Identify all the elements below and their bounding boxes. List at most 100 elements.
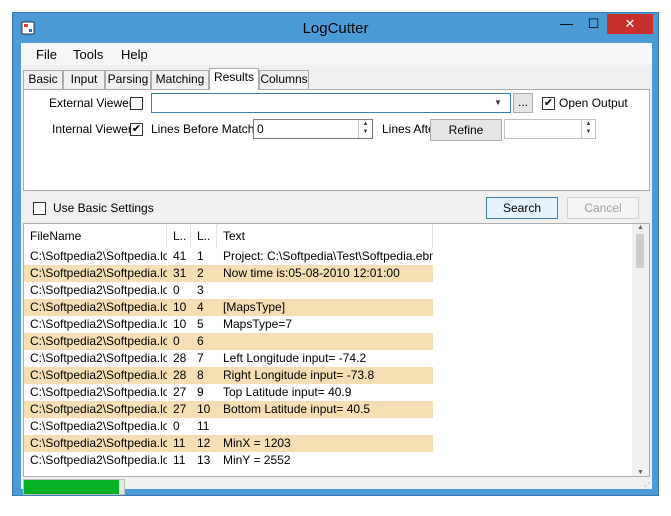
cell-length: 27 bbox=[173, 385, 187, 399]
table-row[interactable]: C:\Softpedia2\Softpedia.log 11 13 MinY = 25… bbox=[24, 452, 634, 469]
minimize-button[interactable]: — bbox=[553, 14, 580, 34]
table-row[interactable]: C:\Softpedia2\Softpedia.log 28 8 Right Long… bbox=[24, 367, 634, 384]
maximize-button[interactable]: ☐ bbox=[580, 14, 607, 34]
lines-before-input[interactable]: 0 ▲ ▼ bbox=[253, 119, 373, 139]
external-viewer-checkbox[interactable] bbox=[130, 97, 143, 110]
cell-text bbox=[217, 418, 433, 435]
cell-line: 5 bbox=[197, 317, 204, 331]
tab-matching[interactable]: Matching bbox=[151, 70, 209, 89]
scroll-thumb[interactable] bbox=[636, 234, 644, 268]
cell-line: 13 bbox=[197, 453, 211, 467]
cell-text bbox=[217, 282, 433, 299]
grid-header: FileName L.. L.. Text bbox=[24, 224, 649, 248]
table-row[interactable]: C:\Softpedia2\Softpedia.log 28 7 Left Longi… bbox=[24, 350, 634, 367]
cell-length: 0 bbox=[173, 283, 180, 297]
cell-length: 10 bbox=[167, 299, 191, 316]
cell-filename: C:\Softpedia2\Softpedia.log bbox=[30, 351, 167, 365]
table-row[interactable]: C:\Softpedia2\Softpedia.log 11 12 MinX = 12… bbox=[24, 435, 634, 452]
cell-filename: C:\Softpedia2\Softpedia.log bbox=[24, 333, 167, 350]
lines-after-label: Lines Afte bbox=[382, 122, 435, 136]
menu-file[interactable]: File bbox=[36, 47, 57, 62]
tab-strip: Basic Input Parsing Matching Results Col… bbox=[21, 68, 652, 90]
cancel-button[interactable]: Cancel bbox=[567, 197, 639, 219]
column-header-length[interactable]: L.. bbox=[167, 224, 191, 248]
menu-bar: File Tools Help bbox=[21, 43, 652, 65]
cell-line: 7 bbox=[197, 351, 204, 365]
menu-help[interactable]: Help bbox=[121, 47, 148, 62]
cell-line: 4 bbox=[191, 299, 217, 316]
tab-input[interactable]: Input bbox=[63, 70, 105, 89]
checkmark-icon: ✔ bbox=[131, 123, 142, 135]
table-row[interactable]: C:\Softpedia2\Softpedia.log 27 9 Top Latitu… bbox=[24, 384, 634, 401]
cell-filename: C:\Softpedia2\Softpedia.log bbox=[30, 317, 167, 331]
cell-length: 41 bbox=[173, 249, 187, 263]
internal-viewer-checkbox[interactable]: ✔ bbox=[130, 123, 143, 136]
title-bar[interactable]: LogCutter — ☐ ✕ bbox=[13, 13, 658, 43]
external-viewer-label: External Viewer bbox=[49, 96, 133, 110]
cell-line: 8 bbox=[191, 367, 217, 384]
cell-text bbox=[217, 333, 433, 350]
table-row[interactable]: C:\Softpedia2\Softpedia.log 41 1 Project: C… bbox=[24, 248, 634, 265]
table-row[interactable]: C:\Softpedia2\Softpedia.log 0 3 bbox=[24, 282, 634, 299]
lines-before-value: 0 bbox=[257, 122, 264, 136]
use-basic-settings-checkbox[interactable] bbox=[33, 202, 46, 215]
progress-fill bbox=[24, 480, 119, 494]
table-row[interactable]: C:\Softpedia2\Softpedia.log 0 11 bbox=[24, 418, 634, 435]
scroll-up-icon[interactable]: ▲ bbox=[632, 224, 649, 231]
cell-length: 31 bbox=[167, 265, 191, 282]
cell-line: 10 bbox=[191, 401, 217, 418]
browse-button[interactable]: ... bbox=[513, 93, 533, 113]
table-row[interactable]: C:\Softpedia2\Softpedia.log 10 4 [MapsType] bbox=[24, 299, 634, 316]
column-header-text[interactable]: Text bbox=[217, 224, 433, 248]
cell-length: 11 bbox=[173, 453, 186, 467]
chevron-down-icon[interactable]: ▼ bbox=[494, 98, 502, 107]
cell-text: Project: C:\Softpedia\Test\Softpedia.ebm… bbox=[223, 249, 433, 263]
table-row[interactable]: C:\Softpedia2\Softpedia.log 31 2 Now time i… bbox=[24, 265, 634, 282]
table-row[interactable]: C:\Softpedia2\Softpedia.log 0 6 bbox=[24, 333, 634, 350]
column-header-line[interactable]: L.. bbox=[191, 224, 217, 248]
cell-text: Bottom Latitude input= 40.5 bbox=[217, 401, 433, 418]
open-output-checkbox[interactable]: ✔ bbox=[542, 97, 555, 110]
cell-filename: C:\Softpedia2\Softpedia.log bbox=[30, 249, 167, 263]
vertical-scrollbar[interactable]: ▲ ▼ bbox=[632, 224, 649, 476]
lines-after-input[interactable]: ▲ ▼ bbox=[504, 119, 596, 139]
cell-filename: C:\Softpedia2\Softpedia.log bbox=[24, 299, 167, 316]
table-row[interactable]: C:\Softpedia2\Softpedia.log 10 5 MapsType=7 bbox=[24, 316, 634, 333]
column-header-filename[interactable]: FileName bbox=[24, 224, 167, 248]
search-button[interactable]: Search bbox=[486, 197, 558, 219]
tab-results[interactable]: Results bbox=[209, 68, 259, 90]
resize-grip-icon[interactable]: ⋰ bbox=[641, 481, 650, 492]
tab-columns[interactable]: Columns bbox=[259, 70, 309, 89]
external-viewer-input[interactable] bbox=[151, 93, 511, 113]
scroll-down-icon[interactable]: ▼ bbox=[632, 469, 649, 476]
cell-text: Top Latitude input= 40.9 bbox=[223, 385, 352, 399]
cell-text: MinY = 2552 bbox=[223, 453, 291, 467]
refine-button[interactable]: Refine bbox=[430, 119, 502, 141]
cell-text: MapsType=7 bbox=[223, 317, 293, 331]
cell-line: 12 bbox=[191, 435, 217, 452]
app-window: LogCutter — ☐ ✕ File Tools Help Basic In… bbox=[12, 12, 659, 496]
cell-text: [MapsType] bbox=[217, 299, 433, 316]
open-output-label: Open Output bbox=[559, 96, 628, 110]
menu-tools[interactable]: Tools bbox=[73, 47, 103, 62]
client-area: File Tools Help Basic Input Parsing Matc… bbox=[21, 43, 652, 495]
cell-filename: C:\Softpedia2\Softpedia.log bbox=[24, 401, 167, 418]
cell-filename: C:\Softpedia2\Softpedia.log bbox=[30, 419, 167, 433]
progress-bar bbox=[23, 479, 125, 495]
cell-length: 27 bbox=[167, 401, 191, 418]
close-button[interactable]: ✕ bbox=[607, 14, 653, 34]
cell-line: 11 bbox=[197, 419, 210, 433]
tab-parsing[interactable]: Parsing bbox=[105, 70, 151, 89]
table-row[interactable]: C:\Softpedia2\Softpedia.log 27 10 Bottom La… bbox=[24, 401, 634, 418]
cell-text: Right Longitude input= -73.8 bbox=[217, 367, 433, 384]
cell-text: Now time is:05-08-2010 12:01:00 bbox=[217, 265, 433, 282]
results-grid[interactable]: FileName L.. L.. Text C:\Softpedia2\Soft… bbox=[23, 223, 650, 477]
lines-before-spinner[interactable]: ▲ ▼ bbox=[358, 120, 372, 138]
cell-filename: C:\Softpedia2\Softpedia.log bbox=[30, 385, 167, 399]
internal-viewer-label: Internal Viewer bbox=[52, 122, 132, 136]
cell-line: 3 bbox=[197, 283, 204, 297]
status-bar: ⋰ bbox=[21, 477, 652, 495]
tab-basic[interactable]: Basic bbox=[23, 70, 63, 89]
use-basic-settings-label: Use Basic Settings bbox=[53, 201, 154, 215]
lines-after-spinner[interactable]: ▲ ▼ bbox=[581, 120, 595, 138]
